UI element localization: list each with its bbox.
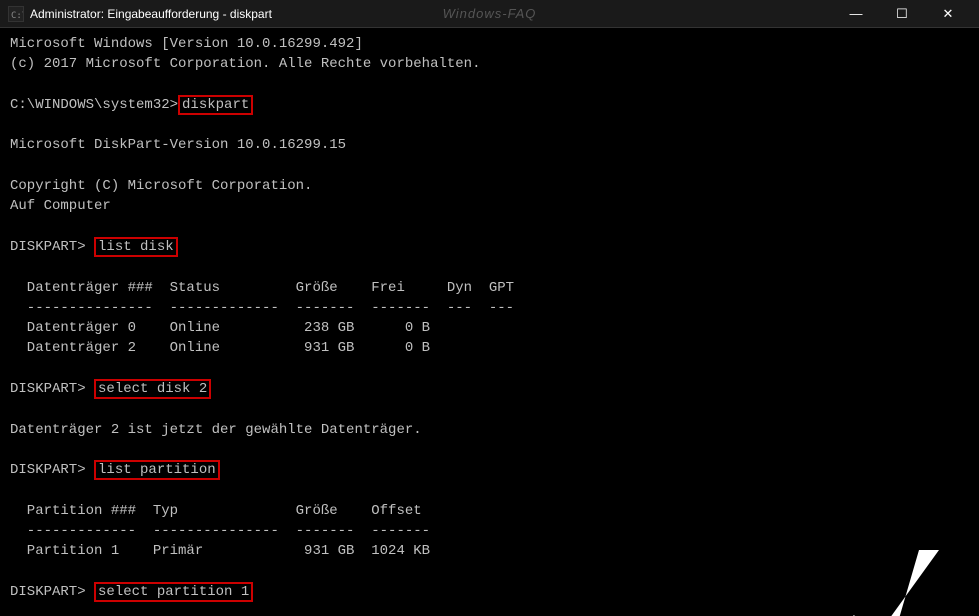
line-16: Datenträger 2 Online 931 GB 0 B <box>10 338 969 358</box>
line-28: DISKPART> select partition 1 <box>10 582 969 602</box>
title-bar: C:\ Administrator: Eingabeaufforderung -… <box>0 0 979 28</box>
line-3 <box>10 75 969 95</box>
line-11: DISKPART> list disk <box>10 237 969 257</box>
window-title: Administrator: Eingabeaufforderung - dis… <box>30 7 272 21</box>
line-14: --------------- ------------- ------- --… <box>10 298 969 318</box>
minimize-button[interactable]: — <box>833 0 879 28</box>
line-27 <box>10 562 969 582</box>
line-24: Partition ### Typ Größe Offset <box>10 501 969 521</box>
line-29 <box>10 602 969 616</box>
close-button[interactable]: ✕ <box>925 0 971 28</box>
line-25: ------------- --------------- ------- --… <box>10 521 969 541</box>
svg-text:C:\: C:\ <box>11 11 23 21</box>
cmd-list-partition: list partition <box>94 460 220 480</box>
line-17 <box>10 359 969 379</box>
line-9: Auf Computer <box>10 196 969 216</box>
watermark: Windows-FAQ <box>443 6 537 21</box>
window: C:\ Administrator: Eingabeaufforderung -… <box>0 0 979 616</box>
maximize-button[interactable]: ☐ <box>879 0 925 28</box>
line-23 <box>10 481 969 501</box>
cmd-icon: C:\ <box>8 6 24 22</box>
line-8: Copyright (C) Microsoft Corporation. <box>10 176 969 196</box>
cmd-list-disk: list disk <box>94 237 178 257</box>
line-6: Microsoft DiskPart-Version 10.0.16299.15 <box>10 135 969 155</box>
title-bar-controls: — ☐ ✕ <box>833 0 971 28</box>
line-7 <box>10 156 969 176</box>
line-26: Partition 1 Primär 931 GB 1024 KB <box>10 541 969 561</box>
line-20: Datenträger 2 ist jetzt der gewählte Dat… <box>10 420 969 440</box>
console-area: Microsoft Windows [Version 10.0.16299.49… <box>0 28 979 616</box>
line-4: C:\WINDOWS\system32>diskpart <box>10 95 969 115</box>
line-5 <box>10 115 969 135</box>
console-content: Microsoft Windows [Version 10.0.16299.49… <box>10 34 969 616</box>
line-1: Microsoft Windows [Version 10.0.16299.49… <box>10 34 969 54</box>
line-15: Datenträger 0 Online 238 GB 0 B <box>10 318 969 338</box>
cmd-select-partition: select partition 1 <box>94 582 253 602</box>
line-21 <box>10 440 969 460</box>
title-bar-left: C:\ Administrator: Eingabeaufforderung -… <box>8 6 272 22</box>
line-22: DISKPART> list partition <box>10 460 969 480</box>
line-2: (c) 2017 Microsoft Corporation. Alle Rec… <box>10 54 969 74</box>
line-19 <box>10 399 969 419</box>
line-12 <box>10 257 969 277</box>
line-18: DISKPART> select disk 2 <box>10 379 969 399</box>
line-13: Datenträger ### Status Größe Frei Dyn GP… <box>10 278 969 298</box>
cmd-diskpart: diskpart <box>178 95 253 115</box>
line-10 <box>10 217 969 237</box>
cmd-select-disk: select disk 2 <box>94 379 211 399</box>
